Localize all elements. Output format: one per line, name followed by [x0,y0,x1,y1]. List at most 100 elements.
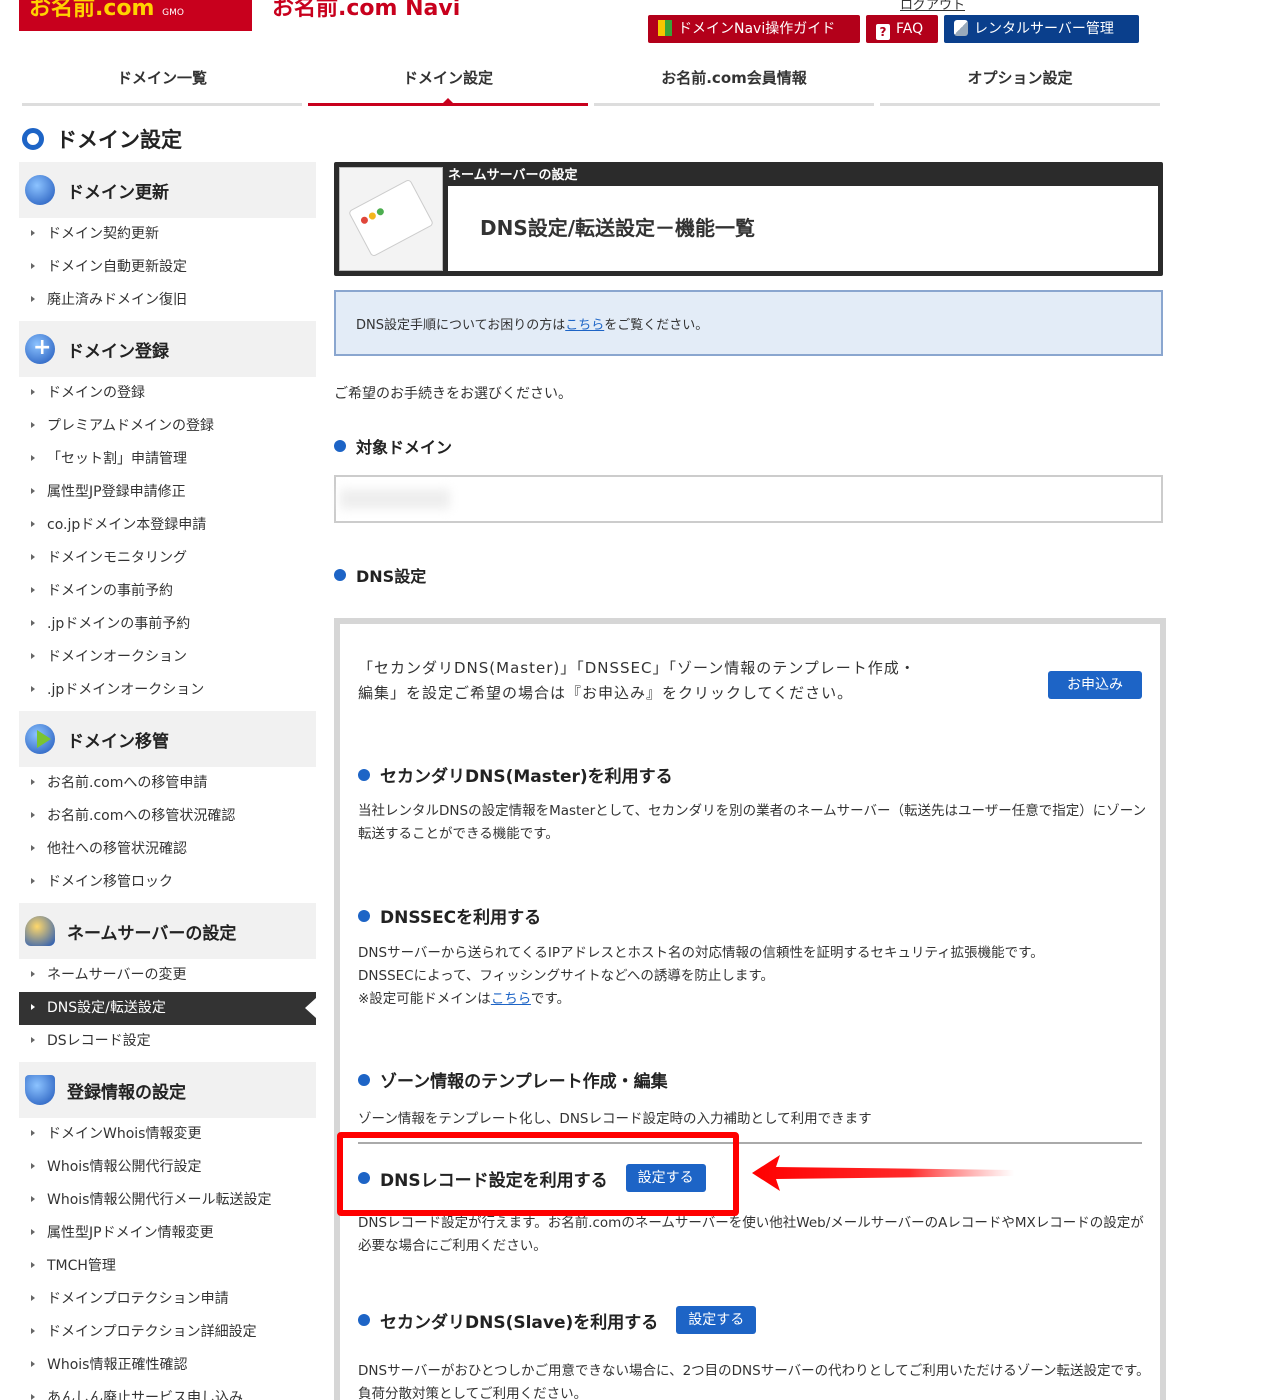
sidebar-section-renew: ドメイン更新 [19,162,316,218]
heading-text: 対象ドメイン [356,438,453,457]
feature-title-text: DNSSECを利用する [380,908,542,928]
rocket-icon [954,20,968,36]
sidebar-item-contract-renew[interactable]: ドメイン契約更新 [19,218,316,251]
rental-server-button[interactable]: レンタルサーバー管理 [944,15,1139,43]
help-notice: DNS設定手順についてお困りの方はこちらをご覧ください。 [334,290,1163,356]
sidebar-item-ns-change[interactable]: ネームサーバーの変更 [19,959,316,992]
logout-link[interactable]: ログアウト [900,0,965,13]
sidebar-item-prereserve[interactable]: ドメインの事前予約 [19,575,316,608]
feature-dnssec-title: DNSSECを利用する [358,903,541,928]
sidebar-item-jp-fix[interactable]: 属性型JP登録申請修正 [19,476,316,509]
dnssec-domains-link[interactable]: こちら [491,991,531,1007]
dns-feature-panel: 「セカンダリDNS(Master)」「DNSSEC」「ゾーン情報のテンプレート作… [334,618,1166,1400]
bullet-icon [334,569,346,581]
section-title: ドメイン登録 [67,341,169,362]
tab-domain-list[interactable]: ドメイン一覧 [22,56,302,106]
sidebar-item-set-discount[interactable]: 「セット割」申請管理 [19,443,316,476]
dnssec-desc-before: ※設定可能ドメインは [358,991,491,1007]
sidebar-item-transfer-in[interactable]: お名前.comへの移管申請 [19,767,316,800]
nameserver-icon [25,916,55,946]
page-title: ドメイン設定 [22,124,182,154]
section-title: 登録情報の設定 [67,1082,186,1103]
sidebar-item-cojp[interactable]: co.jpドメイン本登録申請 [19,509,316,542]
heading-text: DNS設定 [356,567,427,586]
brand-logo[interactable]: お名前.com GMO [19,0,252,31]
tab-label: ドメイン一覧 [116,69,207,87]
feature-title-text: セカンダリDNS(Master)を利用する [380,767,673,787]
apply-button[interactable]: お申込み [1048,671,1142,699]
guide-icon [658,20,672,36]
tab-option-settings[interactable]: オプション設定 [880,56,1160,106]
sidebar-item-protection[interactable]: ドメインプロテクション申請 [19,1283,316,1316]
window-icon [339,167,443,271]
sidebar-item-transfer-lock[interactable]: ドメイン移管ロック [19,866,316,899]
navi-guide-button[interactable]: ドメインNavi操作ガイド [648,15,860,43]
dnssec-desc-after: です。 [530,991,571,1007]
feature-secondary-slave-desc: DNSサーバーがおひとつしかご用意できない場合に、2つ目のDNSサーバーの代わり… [358,1363,1150,1400]
feature-zone-template-desc: ゾーン情報をテンプレート化し、DNSレコード設定時の入力補助として利用できます [358,1111,872,1127]
feature-dns-record-desc: DNSレコード設定が行えます。お名前.comのネームサーバーを使い他社Web/メ… [358,1215,1144,1254]
sidebar-item-jp-info[interactable]: 属性型JPドメイン情報変更 [19,1217,316,1250]
tab-label: ドメイン設定 [402,69,493,87]
sidebar-section-register: ドメイン登録 [19,321,316,377]
feature-dnssec-desc: DNSサーバーから送られてくるIPアドレスとホスト名の対応情報の信頼性を証明する… [358,942,1158,1011]
sidebar-item-monitoring[interactable]: ドメインモニタリング [19,542,316,575]
circle-icon [22,128,44,150]
page-title-text: ドメイン設定 [56,128,182,152]
sidebar-item-tmch[interactable]: TMCH管理 [19,1250,316,1283]
help-link[interactable]: こちら [565,318,604,333]
help-text: DNS設定手順についてお困りの方は [356,318,566,333]
sidebar-item-restore[interactable]: 廃止済みドメイン復旧 [19,284,316,317]
sidebar-item-safe-abolish[interactable]: あんしん廃止サービス申し込み [19,1382,316,1400]
globe-transfer-icon [25,724,55,754]
faq-label: FAQ [896,21,924,37]
sidebar-item-register[interactable]: ドメインの登録 [19,377,316,410]
sidebar-item-jp-auction[interactable]: .jpドメインオークション [19,674,316,707]
sidebar-item-auto-renew[interactable]: ドメイン自動更新設定 [19,251,316,284]
bullet-icon [358,909,370,922]
target-domain-heading: 対象ドメイン [334,434,452,458]
dnssec-desc-line2: DNSSECによって、フィッシングサイトなどへの誘導を防止します。 [358,968,775,984]
dns-settings-heading: DNS設定 [334,563,426,587]
tab-member-info[interactable]: お名前.com会員情報 [594,56,874,106]
feature-title-text: セカンダリDNS(Slave)を利用する [380,1312,659,1333]
sidebar-item-whois-proxy[interactable]: Whois情報公開代行設定 [19,1151,316,1184]
sidebar-item-dns-settings[interactable]: DNS設定/転送設定 [19,992,316,1025]
help-text-after: をご覧ください。 [604,318,709,333]
bullet-icon [358,1314,370,1326]
sidebar-section-transfer: ドメイン移管 [19,711,316,767]
red-arrow-icon [752,1155,1014,1191]
sidebar-item-whois-accuracy[interactable]: Whois情報正確性確認 [19,1349,316,1382]
sidebar-section-registration-info: 登録情報の設定 [19,1062,316,1118]
bullet-icon [358,768,370,781]
secondary-slave-setting-button[interactable]: 設定する [676,1306,757,1334]
rental-server-label: レンタルサーバー管理 [974,21,1114,37]
app-title: お名前.com Navi [272,0,461,21]
faq-button[interactable]: ? FAQ [866,15,938,43]
sidebar-item-whois-change[interactable]: ドメインWhois情報変更 [19,1118,316,1151]
tab-label: お名前.com会員情報 [661,69,807,87]
globe-plus-icon [25,334,55,364]
navi-guide-label: ドメインNavi操作ガイド [678,21,836,37]
logo-text: お名前.com [29,0,155,21]
tab-domain-settings[interactable]: ドメイン設定 [308,56,588,106]
sidebar-item-protection-detail[interactable]: ドメインプロテクション詳細設定 [19,1316,316,1349]
main-content: ネームサーバーの設定 DNS設定/転送設定－機能一覧 DNS設定手順についてお困… [334,162,1166,1400]
section-title: ドメイン移管 [67,731,169,752]
sidebar-item-auction[interactable]: ドメインオークション [19,641,316,674]
question-icon: ? [876,24,890,40]
sidebar-item-transfer-out[interactable]: 他社への移管状況確認 [19,833,316,866]
sidebar-item-transfer-status[interactable]: お名前.comへの移管状況確認 [19,800,316,833]
sidebar-item-jp-prereserve[interactable]: .jpドメインの事前予約 [19,608,316,641]
section-title: ネームサーバーの設定 [67,923,237,944]
sidebar-item-premium[interactable]: プレミアムドメインの登録 [19,410,316,443]
sidebar-item-ds-record[interactable]: DSレコード設定 [19,1025,316,1058]
bullet-icon [334,440,346,452]
globe-refresh-icon [25,175,55,205]
sidebar-item-whois-mail[interactable]: Whois情報公開代行メール転送設定 [19,1184,316,1217]
sidebar-section-nameserver: ネームサーバーの設定 [19,903,316,959]
dnssec-desc-line3: ※設定可能ドメインはこちらです。 [358,988,1158,1011]
target-domain-field [334,475,1163,523]
feature-secondary-master-title: セカンダリDNS(Master)を利用する [358,762,673,787]
section-title: ドメイン更新 [67,182,169,203]
